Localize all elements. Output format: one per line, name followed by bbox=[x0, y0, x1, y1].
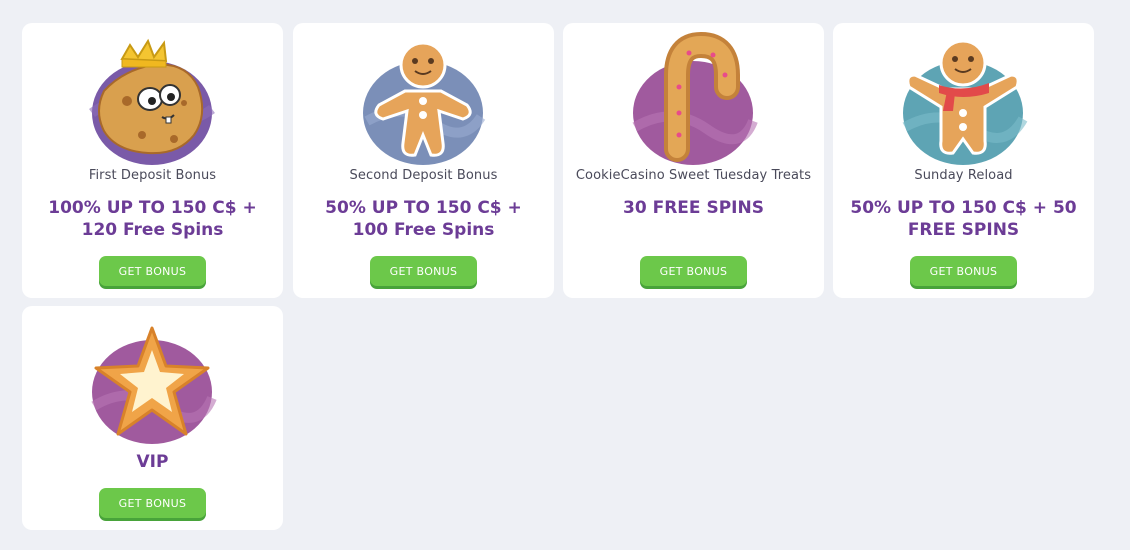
bonus-card-sunday-reload: Sunday Reload 50% UP TO 150 C$ + 50 FREE… bbox=[833, 23, 1094, 298]
bonus-subtitle: CookieCasino Sweet Tuesday Treats bbox=[575, 168, 812, 183]
bonus-headline: 30 FREE SPINS bbox=[623, 198, 764, 218]
bonus-subtitle: First Deposit Bonus bbox=[88, 168, 217, 183]
bonus-headline: 100% UP TO 150 C$ + 120 Free Spins bbox=[48, 198, 257, 240]
bonus-headline: 50% UP TO 150 C$ + 100 Free Spins bbox=[325, 198, 522, 240]
bonus-card-second-deposit: Second Deposit Bonus 50% UP TO 150 C$ + … bbox=[293, 23, 554, 298]
get-bonus-button[interactable]: GET BONUS bbox=[910, 256, 1017, 286]
get-bonus-button[interactable]: GET BONUS bbox=[99, 256, 206, 286]
crowned-cookie-icon bbox=[82, 31, 222, 171]
bonus-headline: VIP bbox=[136, 452, 169, 472]
bonus-card-sweet-tuesday: CookieCasino Sweet Tuesday Treats 30 FRE… bbox=[563, 23, 824, 298]
get-bonus-button[interactable]: GET BONUS bbox=[370, 256, 477, 286]
star-cookie-icon bbox=[82, 314, 222, 454]
bonus-grid: First Deposit Bonus 100% UP TO 150 C$ + … bbox=[0, 0, 1130, 550]
candy-cane-cookie-icon bbox=[623, 31, 763, 171]
bonus-card-first-deposit: First Deposit Bonus 100% UP TO 150 C$ + … bbox=[22, 23, 283, 298]
bonus-card-vip: VIP GET BONUS bbox=[22, 306, 283, 530]
bonus-subtitle: Sunday Reload bbox=[914, 168, 1013, 183]
get-bonus-button[interactable]: GET BONUS bbox=[99, 488, 206, 518]
bonus-headline: 50% UP TO 150 C$ + 50 FREE SPINS bbox=[850, 198, 1077, 240]
gingerbread-man-icon bbox=[353, 31, 493, 171]
get-bonus-button[interactable]: GET BONUS bbox=[640, 256, 747, 286]
gingerbread-scarf-icon bbox=[893, 31, 1033, 171]
bonus-subtitle: Second Deposit Bonus bbox=[349, 168, 498, 183]
